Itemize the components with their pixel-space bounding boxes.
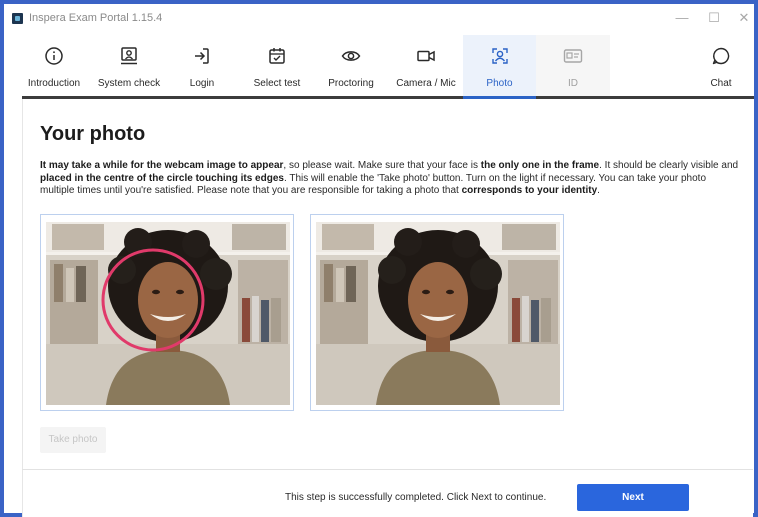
- chat-label: Chat: [710, 78, 732, 89]
- video-camera-icon: [417, 50, 435, 62]
- step-label: Camera / Mic: [396, 78, 456, 89]
- title-bar: Inspera Exam Portal 1.15.4 — ☐ ✕: [4, 4, 754, 32]
- info-icon: [45, 47, 63, 65]
- status-message: This step is successfully completed. Cli…: [285, 492, 547, 503]
- step-label: System check: [97, 78, 161, 89]
- captured-image: [316, 222, 560, 405]
- calendar-check-icon: [269, 48, 285, 64]
- step-introduction[interactable]: Introduction: [22, 35, 86, 99]
- next-button[interactable]: Next: [577, 484, 689, 511]
- system-check-icon: [121, 47, 137, 65]
- step-id[interactable]: ID: [536, 35, 610, 99]
- captured-photo: [310, 214, 564, 411]
- step-proctoring[interactable]: Proctoring: [316, 35, 386, 99]
- step-label: Proctoring: [328, 78, 374, 89]
- step-system-check[interactable]: System check: [90, 35, 168, 99]
- login-icon: [195, 48, 209, 64]
- instructions-text: It may take a while for the webcam image…: [40, 160, 740, 198]
- face-scan-icon: [491, 48, 508, 64]
- eye-icon: [341, 51, 361, 61]
- app-window: Inspera Exam Portal 1.15.4 — ☐ ✕ Introdu…: [0, 0, 758, 517]
- webcam-preview: [40, 214, 294, 411]
- step-label: Select test: [253, 78, 301, 89]
- instruction-text: . It should be clearly visible and: [599, 160, 739, 171]
- step-label: Photo: [486, 78, 513, 89]
- step-camera-mic[interactable]: Camera / Mic: [390, 35, 462, 99]
- chat-bubble-icon: [712, 47, 730, 65]
- webcam-image: [46, 222, 290, 405]
- instruction-emphasis: the only one in the frame: [480, 160, 600, 171]
- instruction-emphasis: It may take a while for the webcam image…: [40, 160, 284, 171]
- instruction-emphasis: placed in the centre of the circle touch…: [40, 172, 284, 184]
- close-button[interactable]: ✕: [734, 9, 754, 27]
- id-card-icon: [563, 49, 583, 63]
- take-photo-button[interactable]: Take photo: [40, 427, 106, 453]
- step-label: ID: [568, 78, 578, 89]
- maximize-button[interactable]: ☐: [704, 9, 724, 27]
- step-label: Introduction: [27, 78, 81, 89]
- step-login[interactable]: Login: [172, 35, 232, 99]
- instruction-emphasis: corresponds to your identity: [461, 185, 598, 196]
- step-select-test[interactable]: Select test: [240, 35, 314, 99]
- instruction-text: , so please wait. Make sure that your fa…: [283, 160, 481, 171]
- page-title: Your photo: [40, 123, 146, 145]
- minimize-button[interactable]: —: [672, 9, 692, 27]
- footer-divider: [22, 469, 753, 470]
- app-logo-icon: [12, 13, 23, 24]
- step-photo[interactable]: Photo: [463, 35, 536, 99]
- step-navigation: Introduction System check Login Select t…: [4, 35, 754, 99]
- instruction-text: .: [597, 185, 600, 196]
- window-title: Inspera Exam Portal 1.15.4: [29, 12, 163, 24]
- chat-button[interactable]: Chat: [688, 35, 754, 99]
- step-label: Login: [189, 78, 215, 89]
